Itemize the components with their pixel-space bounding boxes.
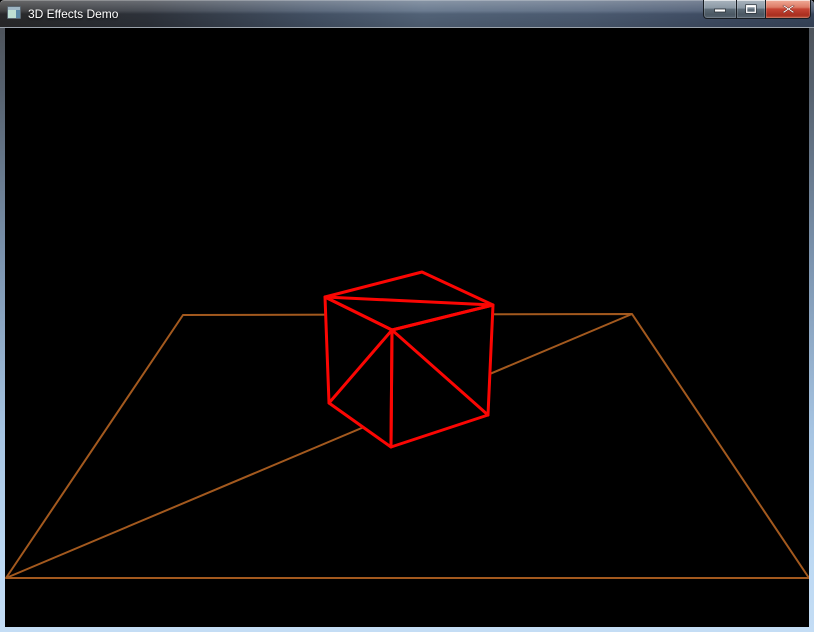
maximize-button[interactable]: [737, 0, 765, 19]
app-icon[interactable]: [6, 5, 22, 21]
resize-border-bottom[interactable]: [0, 627, 814, 632]
minimize-button[interactable]: [703, 0, 737, 19]
resize-border-right[interactable]: [809, 28, 814, 627]
ground-diagonal: [5, 313, 633, 579]
app-window: 3D Effects Demo: [0, 0, 814, 632]
render-canvas-svg: [5, 28, 809, 627]
render-canvas: [5, 28, 809, 627]
window-title: 3D Effects Demo: [28, 7, 119, 21]
close-button[interactable]: [765, 0, 811, 19]
title-bar[interactable]: 3D Effects Demo: [0, 0, 814, 28]
app-icon-accent: [16, 10, 20, 18]
app-icon-body: [8, 10, 16, 18]
caption-button-group: [703, 0, 811, 19]
maximize-icon: [745, 4, 757, 14]
close-icon: [781, 4, 795, 14]
minimize-icon: [714, 8, 726, 12]
